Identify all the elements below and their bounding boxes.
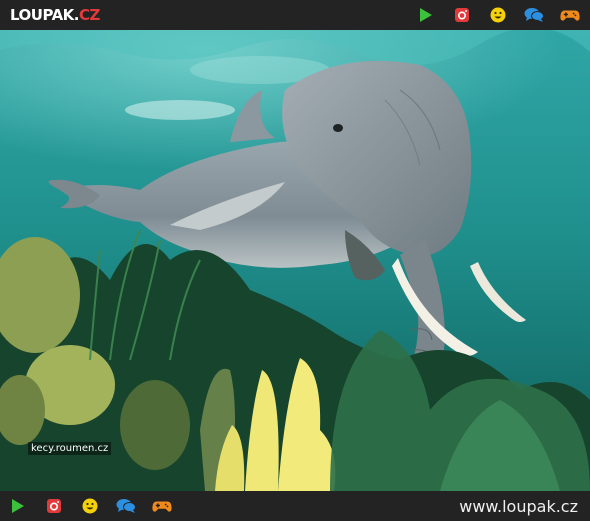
gamepad-icon[interactable] — [560, 5, 580, 25]
site-url-link[interactable]: www.loupak.cz — [459, 497, 578, 516]
image-watermark: kecy.roumen.cz — [28, 442, 112, 455]
bottom-bar: www.loupak.cz — [0, 491, 590, 521]
top-bar: LOUPAK.CZ — [0, 0, 590, 30]
play-icon[interactable] — [416, 5, 436, 25]
smiley-icon[interactable] — [488, 5, 508, 25]
chat-icon[interactable] — [116, 496, 136, 516]
site-logo[interactable]: LOUPAK.CZ — [10, 6, 100, 24]
logo-tld: CZ — [79, 6, 100, 24]
logo-text: LOUPAK. — [10, 6, 80, 24]
instagram-icon[interactable] — [44, 496, 64, 516]
top-icon-group — [416, 5, 580, 25]
gamepad-icon[interactable] — [152, 496, 172, 516]
instagram-icon[interactable] — [452, 5, 472, 25]
smiley-icon[interactable] — [80, 496, 100, 516]
bottom-icon-group — [8, 496, 172, 516]
play-icon[interactable] — [8, 496, 28, 516]
main-photo — [0, 30, 590, 491]
chat-icon[interactable] — [524, 5, 544, 25]
